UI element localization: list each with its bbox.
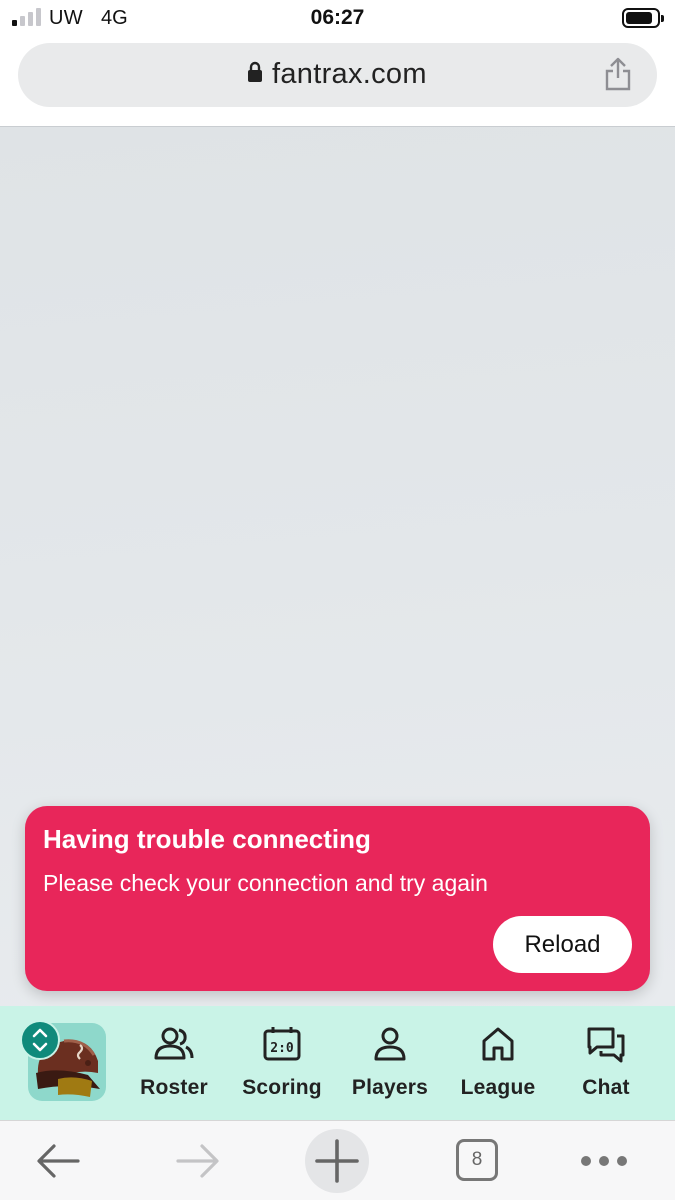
forward-arrow-icon[interactable]: [174, 1131, 222, 1191]
more-icon[interactable]: [578, 1131, 630, 1191]
status-time: 06:27: [310, 6, 365, 29]
scoreboard-icon: 2:0: [263, 1027, 301, 1061]
share-icon[interactable]: [603, 56, 633, 92]
nav-scoring-label: Scoring: [242, 1076, 322, 1099]
nav-players[interactable]: Players: [336, 1024, 444, 1108]
app-bottom-nav: Roster 2:0 Scoring Players League Chat: [0, 1006, 675, 1120]
chat-icon: [587, 1027, 625, 1063]
tabs-button[interactable]: 8: [456, 1139, 498, 1181]
reload-button[interactable]: Reload: [493, 916, 632, 973]
svg-text:2:0: 2:0: [270, 1041, 294, 1056]
new-tab-button[interactable]: [305, 1129, 369, 1193]
chevron-up-down-icon: [32, 1028, 48, 1052]
lock-icon: [248, 61, 262, 82]
home-icon: [482, 1027, 514, 1061]
browser-toolbar: 8: [0, 1120, 675, 1200]
back-arrow-icon[interactable]: [34, 1131, 82, 1191]
team-switch-button[interactable]: [20, 1020, 60, 1060]
url-text: fantrax.com: [272, 58, 427, 90]
status-bar: UW 4G 06:27: [0, 0, 675, 38]
nav-chat-label: Chat: [582, 1076, 630, 1099]
nav-scoring[interactable]: 2:0 Scoring: [228, 1024, 336, 1108]
person-icon: [374, 1027, 406, 1061]
nav-league[interactable]: League: [444, 1024, 552, 1108]
nav-chat[interactable]: Chat: [552, 1024, 660, 1108]
address-bar[interactable]: fantrax.com: [18, 43, 657, 107]
toast-title: Having trouble connecting: [43, 824, 371, 854]
plus-icon: [315, 1139, 359, 1183]
connection-error-toast: Having trouble connecting Please check y…: [25, 806, 650, 991]
nav-roster-label: Roster: [140, 1076, 208, 1099]
toast-message: Please check your connection and try aga…: [43, 870, 488, 896]
nav-roster[interactable]: Roster: [120, 1024, 228, 1108]
nav-players-label: Players: [351, 1076, 429, 1099]
battery-icon: [622, 8, 664, 28]
roster-icon: [154, 1027, 194, 1060]
nav-league-label: League: [460, 1076, 536, 1099]
